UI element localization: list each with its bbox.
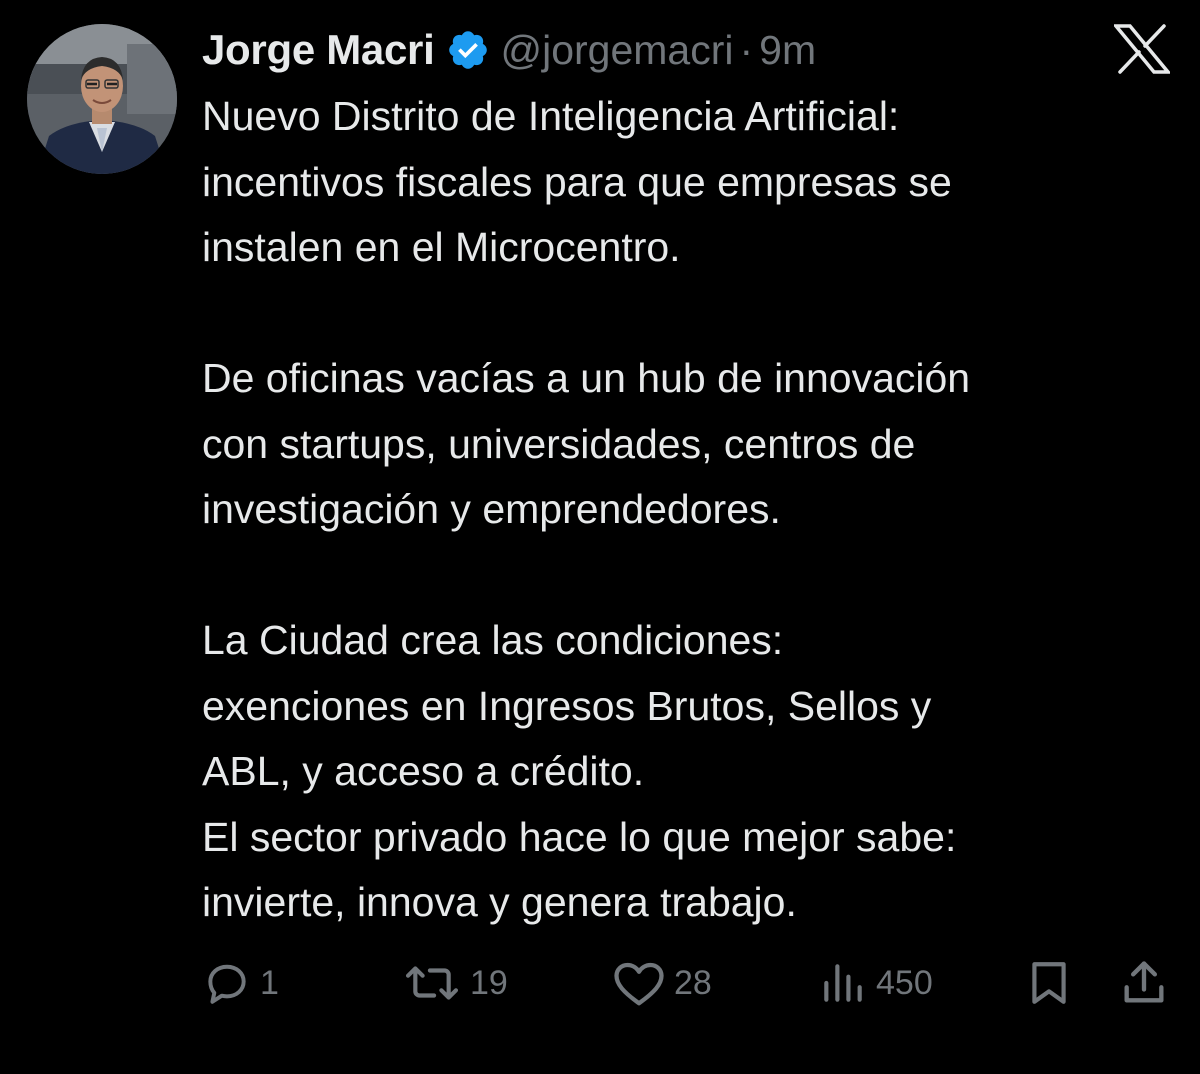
reply-icon <box>202 958 252 1008</box>
tweet-text-line: exenciones en Ingresos Brutos, Sellos y <box>202 682 932 729</box>
tweet-text: Nuevo Distrito de Inteligencia Artificia… <box>202 84 1182 936</box>
tweet-text-line: investigación y emprendedores. <box>202 486 781 532</box>
share-button[interactable] <box>1118 955 1170 1011</box>
tweet-text-line: De oficinas vacías a un hub de innovació… <box>202 355 971 401</box>
like-button[interactable]: 28 <box>612 955 712 1011</box>
avatar[interactable] <box>27 24 177 174</box>
tweet-text-line: La Ciudad crea las condiciones: <box>202 617 784 663</box>
heart-icon <box>612 958 666 1008</box>
separator-dot: · <box>739 26 754 73</box>
bookmark-icon <box>1024 958 1074 1008</box>
tweet-text-line: Nuevo Distrito de Inteligencia Artificia… <box>202 93 900 139</box>
like-count: 28 <box>674 963 712 1002</box>
tweet-text-line: con startups, universidades, centros de <box>202 420 916 467</box>
share-icon <box>1118 957 1170 1009</box>
tweet-text-line: incentivos fiscales para que empresas se <box>202 158 952 205</box>
tweet-text-line: instalen en el Microcentro. <box>202 224 681 270</box>
tweet-actions: 1 19 28 450 <box>0 955 1200 1011</box>
repost-button[interactable]: 19 <box>402 955 508 1011</box>
repost-icon <box>402 958 462 1008</box>
views-button[interactable]: 450 <box>818 955 933 1011</box>
reply-button[interactable]: 1 <box>202 955 279 1011</box>
tweet-text-line: El sector privado hace lo que mejor sabe… <box>202 813 957 860</box>
reply-count: 1 <box>260 963 279 1002</box>
author-name[interactable]: Jorge Macri <box>202 26 435 74</box>
repost-count: 19 <box>470 963 508 1002</box>
author-handle[interactable]: @jorgemacri <box>500 27 733 74</box>
bookmark-button[interactable] <box>1024 955 1074 1011</box>
tweet-text-line: invierte, innova y genera trabajo. <box>202 879 797 925</box>
views-count: 450 <box>876 963 933 1002</box>
x-logo-icon <box>1112 24 1172 74</box>
views-icon <box>818 958 868 1008</box>
tweet-text-line: ABL, y acceso a crédito. <box>202 748 645 794</box>
tweet-header: Jorge Macri @jorgemacri · 9m <box>202 22 816 78</box>
tweet-timestamp[interactable]: 9m <box>759 27 816 74</box>
verified-badge-icon <box>446 28 490 72</box>
tweet-card[interactable]: Jorge Macri @jorgemacri · 9m Nuevo Distr… <box>0 0 1200 1074</box>
tweet-text-gap <box>202 281 1182 347</box>
tweet-text-gap <box>202 543 1182 609</box>
